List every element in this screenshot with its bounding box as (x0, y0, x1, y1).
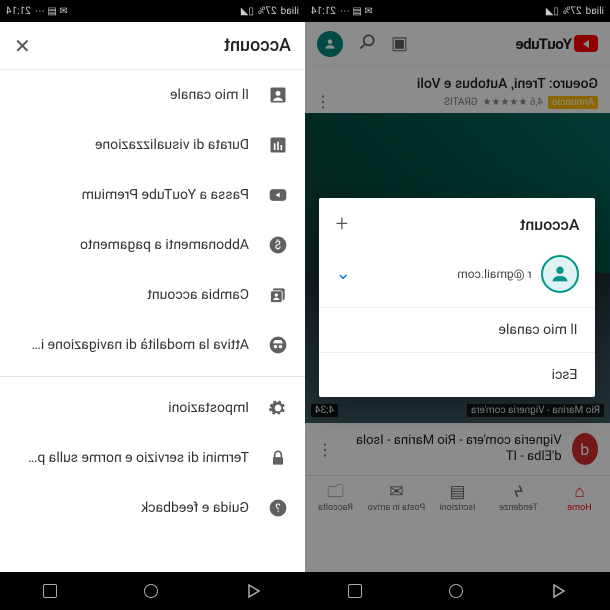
close-icon[interactable]: ✕ (14, 34, 31, 58)
svg-text:?: ? (275, 501, 281, 515)
item-label: Il mio canale (170, 87, 249, 103)
item-label: Attiva la modalità di navigazione i… (32, 337, 250, 353)
incognito-icon (267, 334, 289, 356)
screen-right: Account ✕ Il mio canale Durata di visual… (0, 22, 305, 572)
divider (0, 376, 305, 377)
signal-icon: ▯◢ (546, 6, 559, 17)
mirrored-screenshot-pair: iliad 27% ▯◢ ✉ ▤ ⋯ 21:14 YouTube ▣ (0, 0, 610, 610)
gear-icon (267, 397, 289, 419)
screen-left: YouTube ▣ Goeuro: Treni, Autobus e Voli … (305, 22, 610, 572)
item-settings[interactable]: Impostazioni (0, 383, 305, 433)
battery-label: 27% (563, 6, 582, 17)
youtube-icon (267, 184, 289, 206)
status-glyphs: ✉ ▤ ⋯ (35, 6, 68, 17)
android-nav-bar (305, 572, 610, 610)
item-my-channel[interactable]: Il mio canale (0, 70, 305, 120)
item-label: Termini di servizio e norme sulla p… (28, 450, 249, 466)
chevron-down-icon[interactable]: ⌄ (336, 263, 351, 284)
item-terms[interactable]: Termini di servizio e norme sulla p… (0, 433, 305, 483)
nav-home-icon[interactable] (450, 584, 464, 598)
signal-icon: ▯◢ (241, 6, 254, 17)
sheet-title: Account (520, 215, 580, 234)
help-icon: ? (267, 497, 289, 519)
account-sheet: Account + r @gmail.com ⌄ Il mio canale E… (320, 198, 596, 397)
user-avatar (542, 255, 580, 293)
nav-back-icon[interactable] (246, 583, 262, 599)
page-title: Account (224, 35, 291, 56)
nav-recents-icon[interactable] (349, 584, 363, 598)
account-email: r @gmail.com (361, 267, 532, 281)
carrier-label: iliad (586, 6, 604, 17)
clock-label: 21:14 (6, 6, 31, 17)
battery-label: 27% (258, 6, 277, 17)
account-row[interactable]: r @gmail.com ⌄ (320, 247, 596, 307)
item-watch-time[interactable]: Durata di visualizzazione (0, 120, 305, 170)
status-bar: iliad 27% ▯◢ ✉ ▤ ⋯ 21:14 (0, 0, 305, 22)
bar-chart-icon (267, 134, 289, 156)
item-premium[interactable]: Passa a YouTube Premium (0, 170, 305, 220)
svg-text:$: $ (275, 238, 282, 252)
item-switch-account[interactable]: Cambia account (0, 270, 305, 320)
item-incognito[interactable]: Attiva la modalità di navigazione i… (0, 320, 305, 370)
item-paid-memberships[interactable]: $ Abbonamenti a pagamento (0, 220, 305, 270)
item-label: Impostazioni (168, 400, 249, 416)
account-header: Account ✕ (0, 22, 305, 70)
status-bar: iliad 27% ▯◢ ✉ ▤ ⋯ 21:14 (305, 0, 610, 22)
android-nav-bar (0, 572, 305, 610)
item-help[interactable]: ? Guida e feedback (0, 483, 305, 533)
item-label: Passa a YouTube Premium (82, 187, 249, 203)
add-account-button[interactable]: + (336, 212, 348, 237)
sheet-my-channel[interactable]: Il mio canale (320, 307, 596, 352)
phone-right: iliad 27% ▯◢ ✉ ▤ ⋯ 21:14 Account ✕ Il mi… (0, 0, 305, 610)
nav-recents-icon[interactable] (44, 584, 58, 598)
dollar-icon: $ (267, 234, 289, 256)
nav-back-icon[interactable] (551, 583, 567, 599)
lock-icon (267, 447, 289, 469)
item-label: Guida e feedback (141, 500, 249, 516)
modal-overlay[interactable]: Account + r @gmail.com ⌄ Il mio canale E… (305, 22, 610, 572)
item-label: Durata di visualizzazione (95, 137, 249, 153)
sheet-logout[interactable]: Esci (320, 352, 596, 397)
status-glyphs: ✉ ▤ ⋯ (340, 6, 373, 17)
item-label: Cambia account (147, 287, 249, 303)
nav-home-icon[interactable] (145, 584, 159, 598)
account-box-icon (267, 84, 289, 106)
carrier-label: iliad (281, 6, 299, 17)
phone-left: iliad 27% ▯◢ ✉ ▤ ⋯ 21:14 YouTube ▣ (305, 0, 610, 610)
switch-account-icon (267, 284, 289, 306)
item-label: Abbonamenti a pagamento (80, 237, 249, 253)
clock-label: 21:14 (311, 6, 336, 17)
